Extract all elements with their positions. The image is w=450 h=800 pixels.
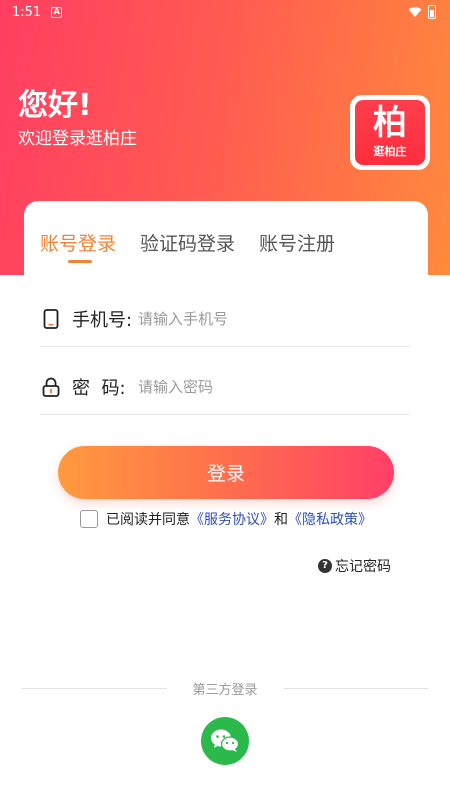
agreement-prefix: 已阅读并同意 — [106, 512, 190, 528]
tab-account-login[interactable]: 账号登录 — [40, 229, 116, 256]
lock-icon — [40, 376, 62, 398]
password-input[interactable] — [138, 377, 410, 396]
phone-icon — [40, 308, 62, 330]
forgot-password-label: 忘记密码 — [335, 559, 391, 575]
phone-field: 手机号: — [40, 291, 410, 347]
welcome-subtitle: 欢迎登录逛柏庄 — [18, 129, 137, 149]
wechat-icon — [211, 729, 240, 752]
login-card: 账号登录 验证码登录 账号注册 手机号: 密 码: 登录 已阅读并同意 《服务协 — [24, 201, 428, 800]
password-label: 密 码: — [72, 377, 126, 399]
login-button[interactable]: 登录 — [58, 446, 394, 499]
notification-icon: A — [51, 6, 63, 18]
battery-icon — [428, 5, 436, 19]
password-field: 密 码: — [40, 359, 410, 415]
status-time: 1:51 — [12, 4, 42, 20]
agreement-checkbox[interactable] — [80, 510, 98, 528]
status-bar: 1:51 A — [0, 0, 450, 24]
wechat-login-button[interactable] — [201, 717, 249, 765]
tab-register[interactable]: 账号注册 — [259, 229, 335, 256]
phone-input[interactable] — [138, 309, 410, 328]
agreement-row: 已阅读并同意 《服务协议》 和 《隐私政策》 — [80, 509, 372, 529]
agreement-and: 和 — [274, 512, 288, 528]
divider-left — [22, 687, 167, 689]
login-tabs: 账号登录 验证码登录 账号注册 — [40, 229, 335, 256]
privacy-policy-link[interactable]: 《隐私政策》 — [288, 509, 372, 529]
divider-right — [283, 687, 429, 689]
app-logo: 柏 逛柏庄 — [350, 95, 430, 170]
greeting-title: 您好! — [18, 88, 92, 123]
third-party-divider: 第三方登录 — [22, 678, 429, 698]
active-tab-indicator — [68, 260, 92, 263]
help-icon: ? — [318, 559, 332, 573]
status-icons — [408, 5, 436, 19]
phone-label: 手机号: — [72, 309, 133, 331]
wifi-icon — [408, 7, 422, 17]
logo-subtitle: 逛柏庄 — [373, 145, 407, 158]
third-party-label: 第三方登录 — [192, 682, 258, 698]
forgot-password-link[interactable]: ? 忘记密码 — [318, 556, 391, 576]
logo-char: 柏 — [373, 103, 407, 143]
tab-code-login[interactable]: 验证码登录 — [140, 229, 235, 256]
service-agreement-link[interactable]: 《服务协议》 — [190, 509, 274, 529]
